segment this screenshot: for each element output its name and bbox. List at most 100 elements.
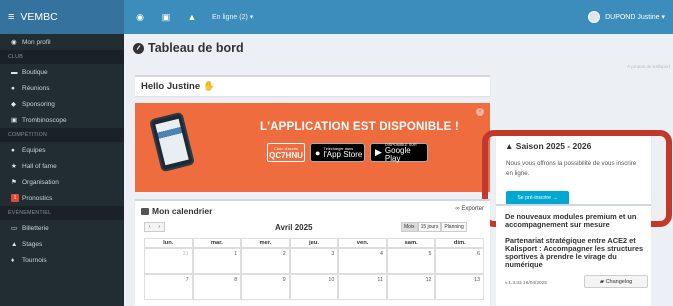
sidebar-item[interactable]: ▭ Billetterie	[0, 220, 124, 236]
teams-icon: ●	[11, 146, 15, 154]
pronostics-icon: 1	[11, 194, 19, 202]
sidebar-item-label: Equipes	[22, 146, 46, 154]
view-15days-button[interactable]: 15 jours	[417, 222, 442, 232]
brand-bar: ≡ VEMBC	[0, 0, 124, 34]
sidebar-item[interactable]: ▬ Boutique	[0, 64, 124, 80]
season-title-text: Saison 2025 - 2026	[515, 141, 592, 151]
calendar-grid: lun. mar. mer. jeu. ven. sam. dim. 31 1 2 3 4 5 6 7 8 9…	[144, 238, 485, 300]
calendar-dayname: dim.	[435, 238, 485, 248]
page-title-text: Tableau de bord	[148, 41, 244, 55]
sidebar-item-label: Sponsoring	[22, 100, 55, 108]
dashboard-icon[interactable]: ◉	[130, 12, 150, 23]
next-month-button[interactable]: ›	[158, 224, 160, 230]
calendar-day-cell[interactable]: 9	[241, 274, 290, 300]
calendar-week-row: 31 1 2 3 4 5 6	[144, 248, 485, 274]
news-item[interactable]: De nouveaux modules premium et un accomp…	[505, 213, 647, 229]
sidebar-item[interactable]: 1 Pronostics	[0, 190, 124, 206]
main-content: Tableau de bord A propos de Kalisport He…	[124, 34, 673, 306]
prev-month-button[interactable]: ‹	[149, 224, 151, 230]
sidebar-item-label: Pronostics	[22, 194, 53, 202]
calendar-dayname: mar.	[192, 238, 242, 248]
user-plus-icon: ▲	[505, 141, 516, 151]
changelog-button[interactable]: ▰ Changelog	[584, 275, 648, 288]
avatar	[588, 11, 601, 23]
sidebar-item[interactable]: ★ Hall of fame	[0, 158, 124, 174]
calendar-dayname: mer.	[241, 238, 290, 248]
calendar-icon	[141, 207, 149, 215]
image-icon: ▣	[11, 117, 18, 124]
sidebar-item[interactable]: ♦ Tournois	[0, 252, 124, 268]
sidebar-item-label: Mon profil	[22, 38, 51, 46]
calendar-daynames: lun. mar. mer. jeu. ven. sam. dim.	[144, 238, 485, 248]
calendar-day-cell[interactable]: 8	[192, 274, 242, 300]
sidebar-item[interactable]: ● Equipes	[0, 142, 124, 158]
news-item[interactable]: Partenariat stratégique entre ACE2 et Ka…	[505, 237, 647, 269]
sidebar-item-label: Organisation	[22, 178, 59, 186]
calendar-day-cell[interactable]: 5	[386, 248, 436, 274]
calendar-day-cell[interactable]: 7	[144, 274, 193, 300]
calendar-month: Avril 2025	[275, 223, 313, 232]
export-link[interactable]: ∞ Exporter	[455, 206, 484, 212]
calendar-day-cell[interactable]: 31	[144, 248, 193, 274]
bell-icon[interactable]: ▲	[182, 12, 202, 22]
version-text: v.1.3.33 18/04/2025	[505, 281, 548, 286]
calendar-header: Mon calendrier	[141, 206, 212, 216]
sidebar-item[interactable]: ▲ Stages	[0, 236, 124, 252]
hamburger-icon[interactable]: ≡	[8, 11, 14, 23]
app-store-button[interactable]: ● Télécharger dans l'App Store	[310, 143, 365, 162]
apple-icon: ●	[315, 147, 321, 158]
sidebar-section-header: COMPÉTITION	[0, 128, 124, 142]
sidebar-item-label: Billetterie	[22, 224, 49, 232]
about-kalisport-link[interactable]: A propos de Kalisport	[627, 64, 670, 69]
brand-name[interactable]: VEMBC	[20, 11, 57, 23]
cart-icon: ▬	[11, 68, 18, 76]
calendar-day-cell[interactable]: 1	[192, 248, 242, 274]
sidebar-item-label: Boutique	[22, 68, 48, 76]
flag-icon: ⚑	[11, 179, 17, 186]
calendar-day-cell[interactable]: 4	[338, 248, 387, 274]
banner-close-icon[interactable]: ×	[476, 108, 484, 116]
sidebar-item-label: Tournois	[22, 256, 47, 264]
view-month-button[interactable]: Mois	[401, 222, 418, 232]
calendar-dayname: ven.	[338, 238, 387, 248]
sidebar-item[interactable]: ◆ Sponsoring	[0, 96, 124, 112]
calendar-day-cell[interactable]: 2	[241, 248, 290, 274]
google-play-icon: ▶	[375, 147, 382, 157]
calendar-dayname: jeu.	[289, 238, 339, 248]
sidebar-menu: ◉ Mon profil CLUB ▬ Boutique ● Réunions ◆ Sponso…	[0, 34, 124, 268]
user-icon: ◉	[11, 39, 17, 46]
sidebar-item[interactable]: ▣ Trombinoscope	[0, 112, 124, 128]
calendar-day-cell[interactable]: 13	[435, 274, 485, 300]
handshake-icon: ◆	[11, 101, 16, 108]
calendar-day-cell[interactable]: 12	[386, 274, 436, 300]
export-label: Exporter	[461, 206, 484, 212]
pre-register-button[interactable]: Se pré-inscrire →	[506, 191, 569, 205]
calendar-day-cell[interactable]: 10	[289, 274, 339, 300]
app-store-big-text: l'App Store	[323, 149, 363, 159]
season-title: ▲ Saison 2025 - 2026	[505, 141, 591, 151]
calendar-weeks: 31 1 2 3 4 5 6 7 8 9 10 11 12 13	[144, 248, 485, 300]
calendar-dayname: sam.	[386, 238, 436, 248]
google-play-button[interactable]: ▶ DISPONIBLE SUR Google Play	[370, 143, 428, 162]
calendar-day-cell[interactable]: 6	[435, 248, 485, 274]
news-list: De nouveaux modules premium et un accomp…	[496, 213, 651, 306]
sidebar-item-label: Hall of fame	[22, 162, 57, 170]
calendar-box: Mon calendrier ∞ Exporter ‹ › Avril 2025…	[135, 199, 490, 306]
changelog-label: Changelog	[605, 278, 633, 285]
greeting-box: Hello Justine ✋	[135, 75, 490, 96]
sidebar-item[interactable]: ⚑ Organisation	[0, 174, 124, 190]
sidebar-item[interactable]: ◉ Mon profil	[0, 34, 124, 50]
calendar-dayname: lun.	[144, 238, 193, 248]
app-banner[interactable]: L'APPLICATION EST DISPONIBLE ! Code d'ac…	[135, 103, 490, 192]
ticket-icon: ▭	[11, 225, 18, 232]
calendar-day-cell[interactable]: 3	[289, 248, 339, 274]
wave-icon: ✋	[203, 81, 215, 92]
online-users-dropdown[interactable]: En ligne (2) ▾	[212, 13, 253, 21]
dashboard-gauge-icon	[133, 42, 144, 54]
inbox-icon[interactable]: ▣	[156, 12, 176, 23]
user-menu[interactable]: DUPOND Justine ▾	[588, 11, 665, 23]
season-description: Nous vous offrons la possibilité de vous…	[506, 160, 637, 177]
sidebar-item[interactable]: ● Réunions	[0, 80, 124, 96]
calendar-day-cell[interactable]: 11	[338, 274, 387, 300]
view-planning-button[interactable]: Planning	[441, 222, 467, 232]
